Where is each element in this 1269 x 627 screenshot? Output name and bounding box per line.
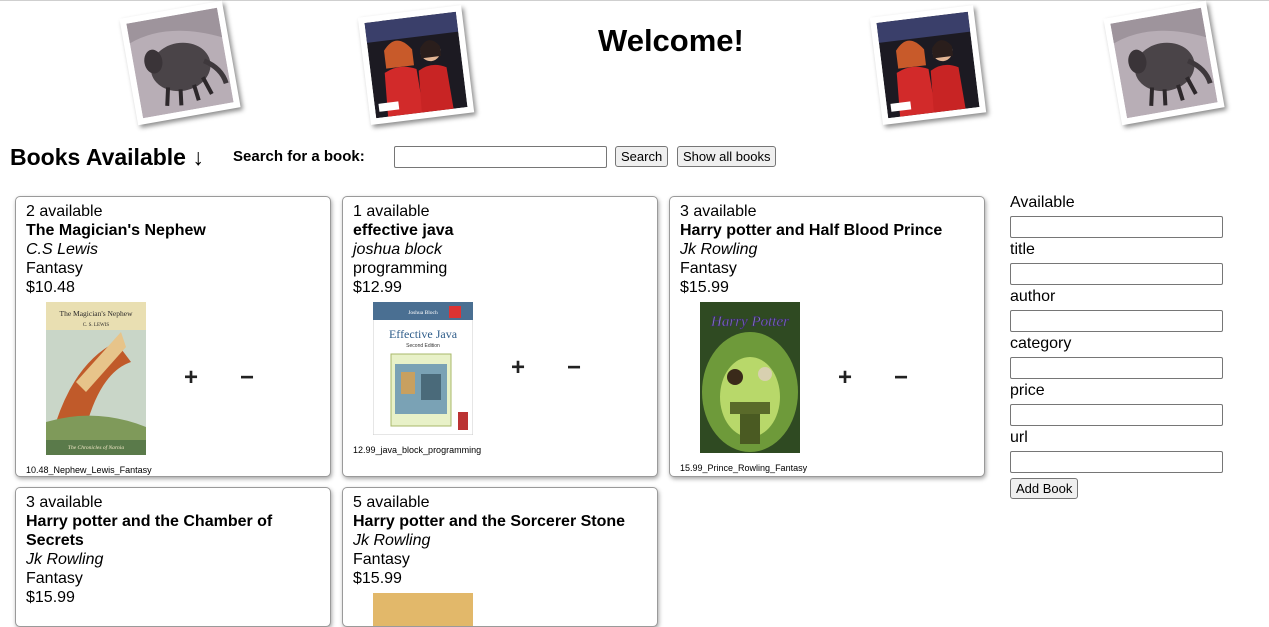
book-price: $12.99	[353, 279, 402, 296]
book-card: 1 available effective java joshua block …	[342, 196, 658, 477]
book-category: Fantasy	[26, 260, 83, 277]
book-price: $15.99	[26, 589, 75, 606]
category-label: category	[1010, 335, 1072, 352]
decrease-quantity-button[interactable]: −	[567, 356, 581, 380]
book-title: Harry potter and the Sorcerer Stone	[353, 513, 626, 530]
url-label: url	[1010, 429, 1028, 446]
author-label: author	[1010, 288, 1056, 305]
price-field[interactable]	[1010, 404, 1223, 426]
book-price: $15.99	[680, 279, 729, 296]
book-availability: 2 available	[26, 203, 103, 220]
url-field[interactable]	[1010, 451, 1223, 473]
available-field[interactable]	[1010, 216, 1223, 238]
cover-author-text: C. S. LEWIS	[83, 323, 110, 328]
book-author: Jk Rowling	[353, 532, 431, 549]
increase-quantity-button[interactable]: +	[184, 366, 198, 390]
header-image-tv-women	[869, 5, 987, 125]
book-card: 3 available Harry potter and the Chamber…	[15, 487, 331, 627]
cover-title-text: The Magician's Nephew	[60, 309, 134, 318]
book-category: Fantasy	[26, 570, 83, 587]
book-title: Harry potter and Half Blood Prince	[680, 222, 943, 239]
book-price: $15.99	[353, 570, 402, 587]
available-label: Available	[1010, 194, 1075, 211]
book-caption: 12.99_java_block_programming	[353, 445, 482, 455]
book-cover-image	[373, 593, 473, 626]
welcome-heading: Welcome!	[598, 23, 744, 58]
price-label: price	[1010, 382, 1045, 399]
show-all-books-button[interactable]: Show all books	[677, 146, 777, 167]
book-author: C.S Lewis	[26, 241, 99, 258]
header-image-tv-women	[357, 5, 475, 125]
book-availability: 1 available	[353, 203, 430, 220]
book-price: $10.48	[26, 279, 75, 296]
book-availability: 5 available	[353, 494, 430, 511]
book-author: joshua block	[353, 241, 442, 258]
search-label: Search for a book:	[233, 148, 365, 165]
search-button[interactable]: Search	[615, 146, 669, 167]
cover-series-text: The Chronicles of Narnia	[68, 444, 124, 451]
books-available-heading[interactable]: Books Available ↓	[10, 144, 204, 171]
increase-quantity-button[interactable]: +	[511, 356, 525, 380]
book-title: effective java	[353, 222, 454, 239]
cover-title-text: Harry Potter	[710, 314, 789, 330]
book-category: Fantasy	[680, 260, 737, 277]
book-title: Harry potter and the Chamber of Secrets	[26, 513, 273, 549]
title-label: title	[1010, 241, 1035, 258]
book-card: 5 available Harry potter and the Sorcere…	[342, 487, 658, 627]
book-author: Jk Rowling	[26, 551, 104, 568]
author-field[interactable]	[1010, 310, 1223, 332]
add-book-button[interactable]: Add Book	[1010, 478, 1079, 499]
book-card: 3 available Harry potter and Half Blood …	[669, 196, 985, 477]
book-availability: 3 available	[26, 494, 103, 511]
book-cover-image: The Magician's Nephew C. S. LEWIS The Ch…	[46, 302, 146, 455]
book-card: 2 available The Magician's Nephew C.S Le…	[15, 196, 331, 477]
cover-author-text: Joshua Bloch	[408, 310, 438, 316]
search-input[interactable]	[394, 146, 607, 168]
book-category: Fantasy	[353, 551, 410, 568]
increase-quantity-button[interactable]: +	[838, 366, 852, 390]
book-cover-image: Harry Potter	[700, 302, 800, 453]
book-cover-image: Joshua Bloch Effective Java Second Editi…	[373, 302, 473, 435]
book-availability: 3 available	[680, 203, 757, 220]
decrease-quantity-button[interactable]: −	[240, 366, 254, 390]
book-category: programming	[353, 260, 448, 277]
cover-edition-text: Second Edition	[406, 343, 440, 349]
header-image-armadillo	[119, 0, 241, 126]
book-author: Jk Rowling	[680, 241, 758, 258]
title-field[interactable]	[1010, 263, 1223, 285]
cover-title-text: Effective Java	[389, 327, 458, 341]
book-caption: 10.48_Nephew_Lewis_Fantasy	[26, 465, 152, 475]
header-image-armadillo	[1103, 0, 1225, 126]
book-title: The Magician's Nephew	[26, 222, 206, 239]
book-caption: 15.99_Prince_Rowling_Fantasy	[680, 463, 808, 473]
decrease-quantity-button[interactable]: −	[894, 366, 908, 390]
category-field[interactable]	[1010, 357, 1223, 379]
